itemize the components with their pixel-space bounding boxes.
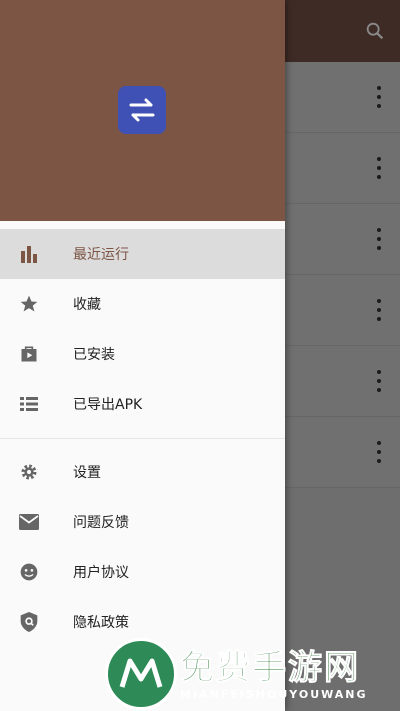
watermark: 免费手游网 MIANFEISHOUYOUWANG bbox=[100, 636, 400, 711]
menu-divider bbox=[0, 438, 285, 439]
drawer-menu: 最近运行 收藏 已安装 已导出APK 设置 问题反馈 用户协议 隐私政策 bbox=[0, 229, 285, 647]
menu-item-settings[interactable]: 设置 bbox=[0, 447, 285, 497]
menu-item-label: 隐私政策 bbox=[73, 615, 129, 631]
more-vert-icon[interactable] bbox=[372, 86, 386, 108]
menu-item-feedback[interactable]: 问题反馈 bbox=[0, 497, 285, 547]
bar-chart-icon bbox=[18, 243, 40, 265]
more-vert-icon[interactable] bbox=[372, 157, 386, 179]
gear-icon bbox=[18, 461, 40, 483]
more-vert-icon[interactable] bbox=[372, 370, 386, 392]
app-logo bbox=[118, 86, 166, 134]
swap-arrows-icon bbox=[129, 98, 155, 122]
menu-item-label: 设置 bbox=[73, 465, 101, 481]
drawer-header bbox=[0, 0, 285, 221]
play-bag-icon bbox=[18, 343, 40, 365]
navigation-drawer: 最近运行 收藏 已安装 已导出APK 设置 问题反馈 用户协议 隐私政策 bbox=[0, 0, 285, 711]
menu-item-label: 用户协议 bbox=[73, 565, 129, 581]
mail-icon bbox=[18, 511, 40, 533]
menu-item-label: 收藏 bbox=[73, 297, 101, 313]
watermark-subtitle: MIANFEISHOUYOUWANG bbox=[180, 688, 368, 701]
shield-icon bbox=[18, 611, 40, 633]
list-icon bbox=[18, 393, 40, 415]
menu-item-favorites[interactable]: 收藏 bbox=[0, 279, 285, 329]
star-icon bbox=[18, 293, 40, 315]
menu-item-label: 最近运行 bbox=[73, 247, 129, 263]
menu-item-user-agreement[interactable]: 用户协议 bbox=[0, 547, 285, 597]
watermark-logo bbox=[105, 638, 177, 710]
menu-item-installed[interactable]: 已安装 bbox=[0, 329, 285, 379]
menu-item-label: 问题反馈 bbox=[73, 515, 129, 531]
search-icon[interactable] bbox=[364, 20, 386, 42]
more-vert-icon[interactable] bbox=[372, 441, 386, 463]
menu-item-label: 已导出APK bbox=[73, 397, 143, 413]
menu-item-exported[interactable]: 已导出APK bbox=[0, 379, 285, 429]
face-icon bbox=[18, 561, 40, 583]
menu-item-recent[interactable]: 最近运行 bbox=[0, 229, 285, 279]
more-vert-icon[interactable] bbox=[372, 299, 386, 321]
more-vert-icon[interactable] bbox=[372, 228, 386, 250]
watermark-title: 免费手游网 bbox=[180, 648, 360, 689]
menu-item-label: 已安装 bbox=[73, 347, 115, 363]
